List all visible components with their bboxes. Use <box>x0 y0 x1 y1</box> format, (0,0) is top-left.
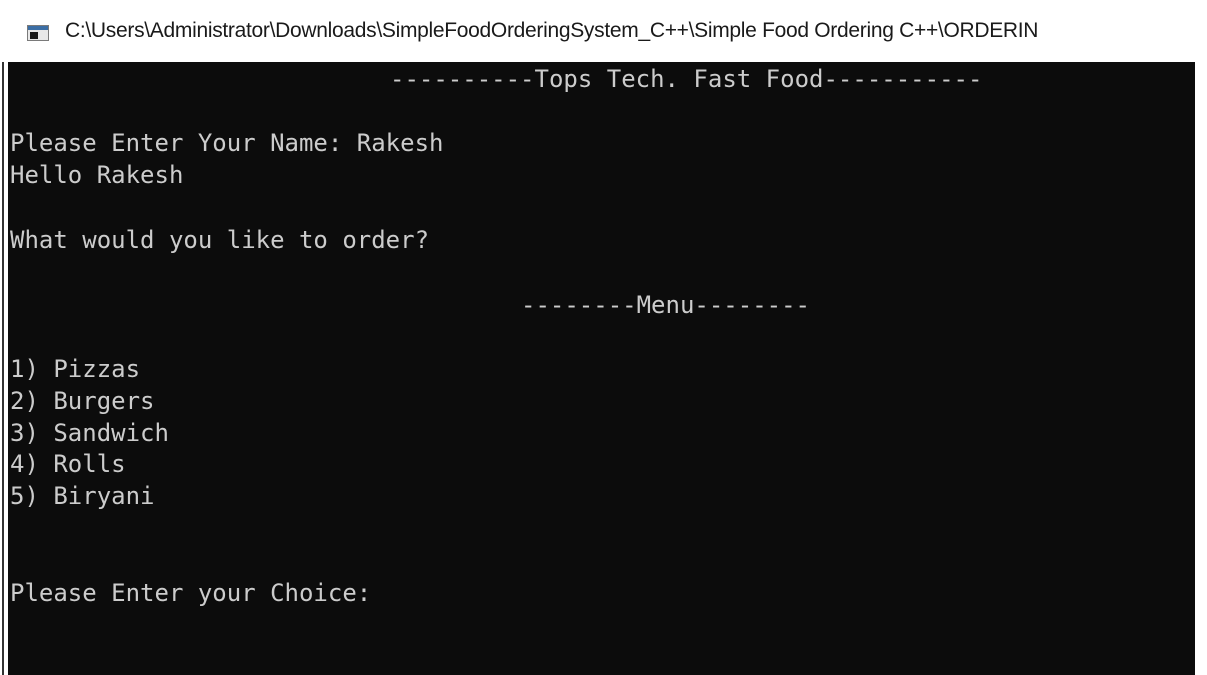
menu-title: --------Menu-------- <box>521 291 810 319</box>
menu-item: 3) Sandwich <box>10 419 169 447</box>
border-line <box>2 62 4 675</box>
icon-screen <box>30 32 38 39</box>
console-output-area[interactable]: ----------Tops Tech. Fast Food----------… <box>8 62 1195 675</box>
window-title-bar[interactable]: C:\Users\Administrator\Downloads\SimpleF… <box>0 0 1207 62</box>
name-prompt-line: Please Enter Your Name: Rakesh <box>10 129 444 157</box>
window-right-border <box>1195 62 1207 675</box>
menu-item: 5) Biryani <box>10 482 155 510</box>
choice-prompt-line: Please Enter your Choice: <box>10 579 372 607</box>
console-window-icon[interactable] <box>27 25 49 41</box>
window-title: C:\Users\Administrator\Downloads\SimpleF… <box>65 19 1039 42</box>
console-header: ----------Tops Tech. Fast Food----------… <box>390 65 983 93</box>
order-question-line: What would you like to order? <box>10 226 430 254</box>
greeting-line: Hello Rakesh <box>10 161 184 189</box>
menu-item: 1) Pizzas <box>10 355 141 383</box>
window-left-border <box>0 62 8 675</box>
menu-item: 4) Rolls <box>10 450 126 478</box>
icon-bar <box>28 26 48 30</box>
menu-item: 2) Burgers <box>10 387 155 415</box>
